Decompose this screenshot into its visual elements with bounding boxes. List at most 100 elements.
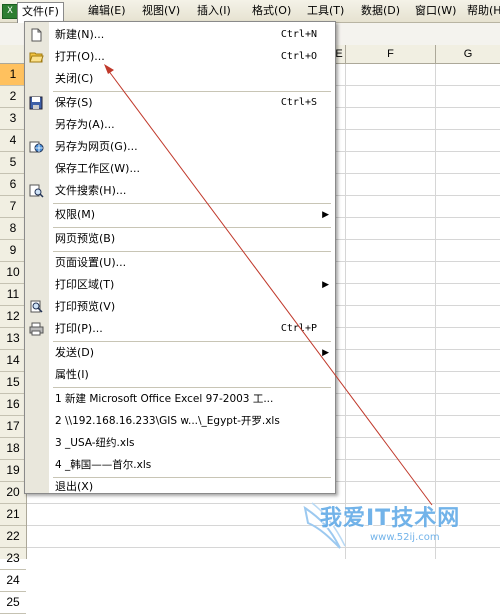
row-header-6[interactable]: 6 [0, 174, 26, 196]
menu-item-file-search[interactable]: 文件搜索(H)... [25, 180, 335, 202]
menu-view[interactable]: 视图(V) [138, 2, 184, 20]
menu-window[interactable]: 窗口(W) [411, 2, 460, 20]
submenu-arrow-icon: ▶ [322, 210, 329, 220]
menu-item-shortcut: Ctrl+P [280, 323, 317, 334]
row-header-5[interactable]: 5 [0, 152, 26, 174]
menu-item-permission[interactable]: 权限(M) ▶ [25, 204, 335, 226]
open-folder-icon [29, 52, 44, 63]
menu-item-save-as[interactable]: 另存为(A)... [25, 114, 335, 136]
row-header-18[interactable]: 18 [0, 438, 26, 460]
row-header-3[interactable]: 3 [0, 108, 26, 130]
row-header-25[interactable]: 25 [0, 592, 26, 614]
menu-bar: X 文件(F) 编辑(E) 视图(V) 插入(I) 格式(O) 工具(T) 数据… [0, 0, 500, 23]
watermark: 我爱IT技术网 www.52ij.com [300, 498, 496, 553]
menu-edit[interactable]: 编辑(E) [84, 2, 130, 20]
menu-item-print[interactable]: 打印(P)... Ctrl+P [25, 318, 335, 340]
submenu-arrow-icon: ▶ [322, 348, 329, 358]
save-icon [29, 96, 43, 110]
row-header-8[interactable]: 8 [0, 218, 26, 240]
row-header-10[interactable]: 10 [0, 262, 26, 284]
column-header-f[interactable]: F [346, 45, 436, 63]
menu-item-label: 另存为(A)... [55, 118, 115, 131]
print-icon [29, 322, 44, 336]
file-search-icon [29, 184, 44, 198]
menu-item-save-as-web[interactable]: 另存为网页(G)... [25, 136, 335, 158]
menu-item-open[interactable]: 打开(O)... Ctrl+O [25, 46, 335, 68]
menu-item-shortcut: Ctrl+S [280, 97, 317, 108]
menu-item-save[interactable]: 保存(S) Ctrl+S [25, 92, 335, 114]
row-header-2[interactable]: 2 [0, 86, 26, 108]
row-header-11[interactable]: 11 [0, 284, 26, 306]
row-header-13[interactable]: 13 [0, 328, 26, 350]
menu-item-print-preview[interactable]: 打印预览(V) [25, 296, 335, 318]
row-header-23[interactable]: 23 [0, 548, 26, 570]
menu-data[interactable]: 数据(D) [357, 2, 404, 20]
menu-item-label: 保存(S) [55, 96, 93, 109]
select-all-corner[interactable] [0, 45, 27, 63]
menu-item-exit[interactable]: 退出(X) [25, 478, 335, 493]
menu-item-label: 3 _USA-纽约.xls [55, 437, 135, 449]
watermark-text: 我爱IT技术网 [320, 506, 461, 531]
menu-item-new[interactable]: 新建(N)... Ctrl+N [25, 24, 335, 46]
menu-item-label: 4 _韩国——首尔.xls [55, 459, 152, 471]
column-header-g[interactable]: G [436, 45, 500, 63]
row-header-12[interactable]: 12 [0, 306, 26, 328]
menu-item-close[interactable]: 关闭(C) [25, 68, 335, 90]
row-header-20[interactable]: 20 [0, 482, 26, 504]
menu-item-label: 1 新建 Microsoft Office Excel 97-2003 工... [55, 393, 274, 405]
menu-item-web-preview[interactable]: 网页预览(B) [25, 228, 335, 250]
menu-item-properties[interactable]: 属性(I) [25, 364, 335, 386]
row-header-9[interactable]: 9 [0, 240, 26, 262]
menu-format[interactable]: 格式(O) [248, 2, 295, 20]
menu-item-save-workspace[interactable]: 保存工作区(W)... [25, 158, 335, 180]
menu-item-recent-3[interactable]: 3 _USA-纽约.xls [25, 432, 335, 454]
row-header-14[interactable]: 14 [0, 350, 26, 372]
row-header-22[interactable]: 22 [0, 526, 26, 548]
row-header-15[interactable]: 15 [0, 372, 26, 394]
menu-item-label: 页面设置(U)... [55, 256, 127, 269]
menu-item-shortcut: Ctrl+O [280, 51, 317, 62]
menu-item-label: 打开(O)... [55, 50, 105, 63]
menu-item-label: 打印预览(V) [55, 300, 116, 313]
menu-item-label: 网页预览(B) [55, 232, 116, 245]
menu-help[interactable]: 帮助(H) [463, 2, 500, 20]
menu-item-recent-1[interactable]: 1 新建 Microsoft Office Excel 97-2003 工... [25, 388, 335, 410]
print-preview-icon [30, 300, 43, 313]
menu-item-label: 属性(I) [55, 368, 89, 381]
menu-insert[interactable]: 插入(I) [193, 2, 235, 20]
menu-item-label: 保存工作区(W)... [55, 162, 140, 175]
menu-item-label: 打印区域(T) [55, 278, 115, 291]
submenu-arrow-icon: ▶ [322, 280, 329, 290]
menu-tools[interactable]: 工具(T) [303, 2, 348, 20]
row-header-7[interactable]: 7 [0, 196, 26, 218]
excel-app-icon[interactable]: X [2, 4, 18, 19]
row-header-bar: 1 2 3 4 5 6 7 8 9 10 11 12 13 14 15 16 17 18 19 20 21 22 23 24 2… [0, 64, 27, 614]
file-menu-dropdown: 新建(N)... Ctrl+N 打开(O)... Ctrl+O 关闭(C) 保存… [24, 21, 336, 494]
menu-item-label: 打印(P)... [55, 322, 103, 335]
menu-item-label: 2 \\192.168.16.233\GIS w...\_Egypt-开罗.xl… [55, 415, 280, 427]
menu-item-shortcut: Ctrl+N [280, 29, 317, 40]
menu-item-label: 发送(D) [55, 346, 95, 359]
menu-item-print-area[interactable]: 打印区域(T) ▶ [25, 274, 335, 296]
row-header-1[interactable]: 1 [0, 64, 26, 86]
menu-item-label: 关闭(C) [55, 72, 94, 85]
watermark-url: www.52ij.com [370, 532, 440, 543]
menu-item-label: 文件搜索(H)... [55, 184, 127, 197]
new-document-icon [31, 28, 42, 42]
row-header-21[interactable]: 21 [0, 504, 26, 526]
menu-item-send[interactable]: 发送(D) ▶ [25, 342, 335, 364]
menu-item-recent-2[interactable]: 2 \\192.168.16.233\GIS w...\_Egypt-开罗.xl… [25, 410, 335, 432]
menu-item-label: 新建(N)... [55, 28, 105, 41]
menu-item-label: 权限(M) [55, 208, 96, 221]
row-header-17[interactable]: 17 [0, 416, 26, 438]
row-header-4[interactable]: 4 [0, 130, 26, 152]
row-header-19[interactable]: 19 [0, 460, 26, 482]
row-header-16[interactable]: 16 [0, 394, 26, 416]
menu-file[interactable]: 文件(F) [17, 2, 64, 23]
menu-item-label: 退出(X) [55, 480, 94, 493]
row-header-24[interactable]: 24 [0, 570, 26, 592]
save-web-icon [29, 141, 44, 153]
menu-item-recent-4[interactable]: 4 _韩国——首尔.xls [25, 454, 335, 476]
menu-item-page-setup[interactable]: 页面设置(U)... [25, 252, 335, 274]
menu-item-label: 另存为网页(G)... [55, 140, 138, 153]
